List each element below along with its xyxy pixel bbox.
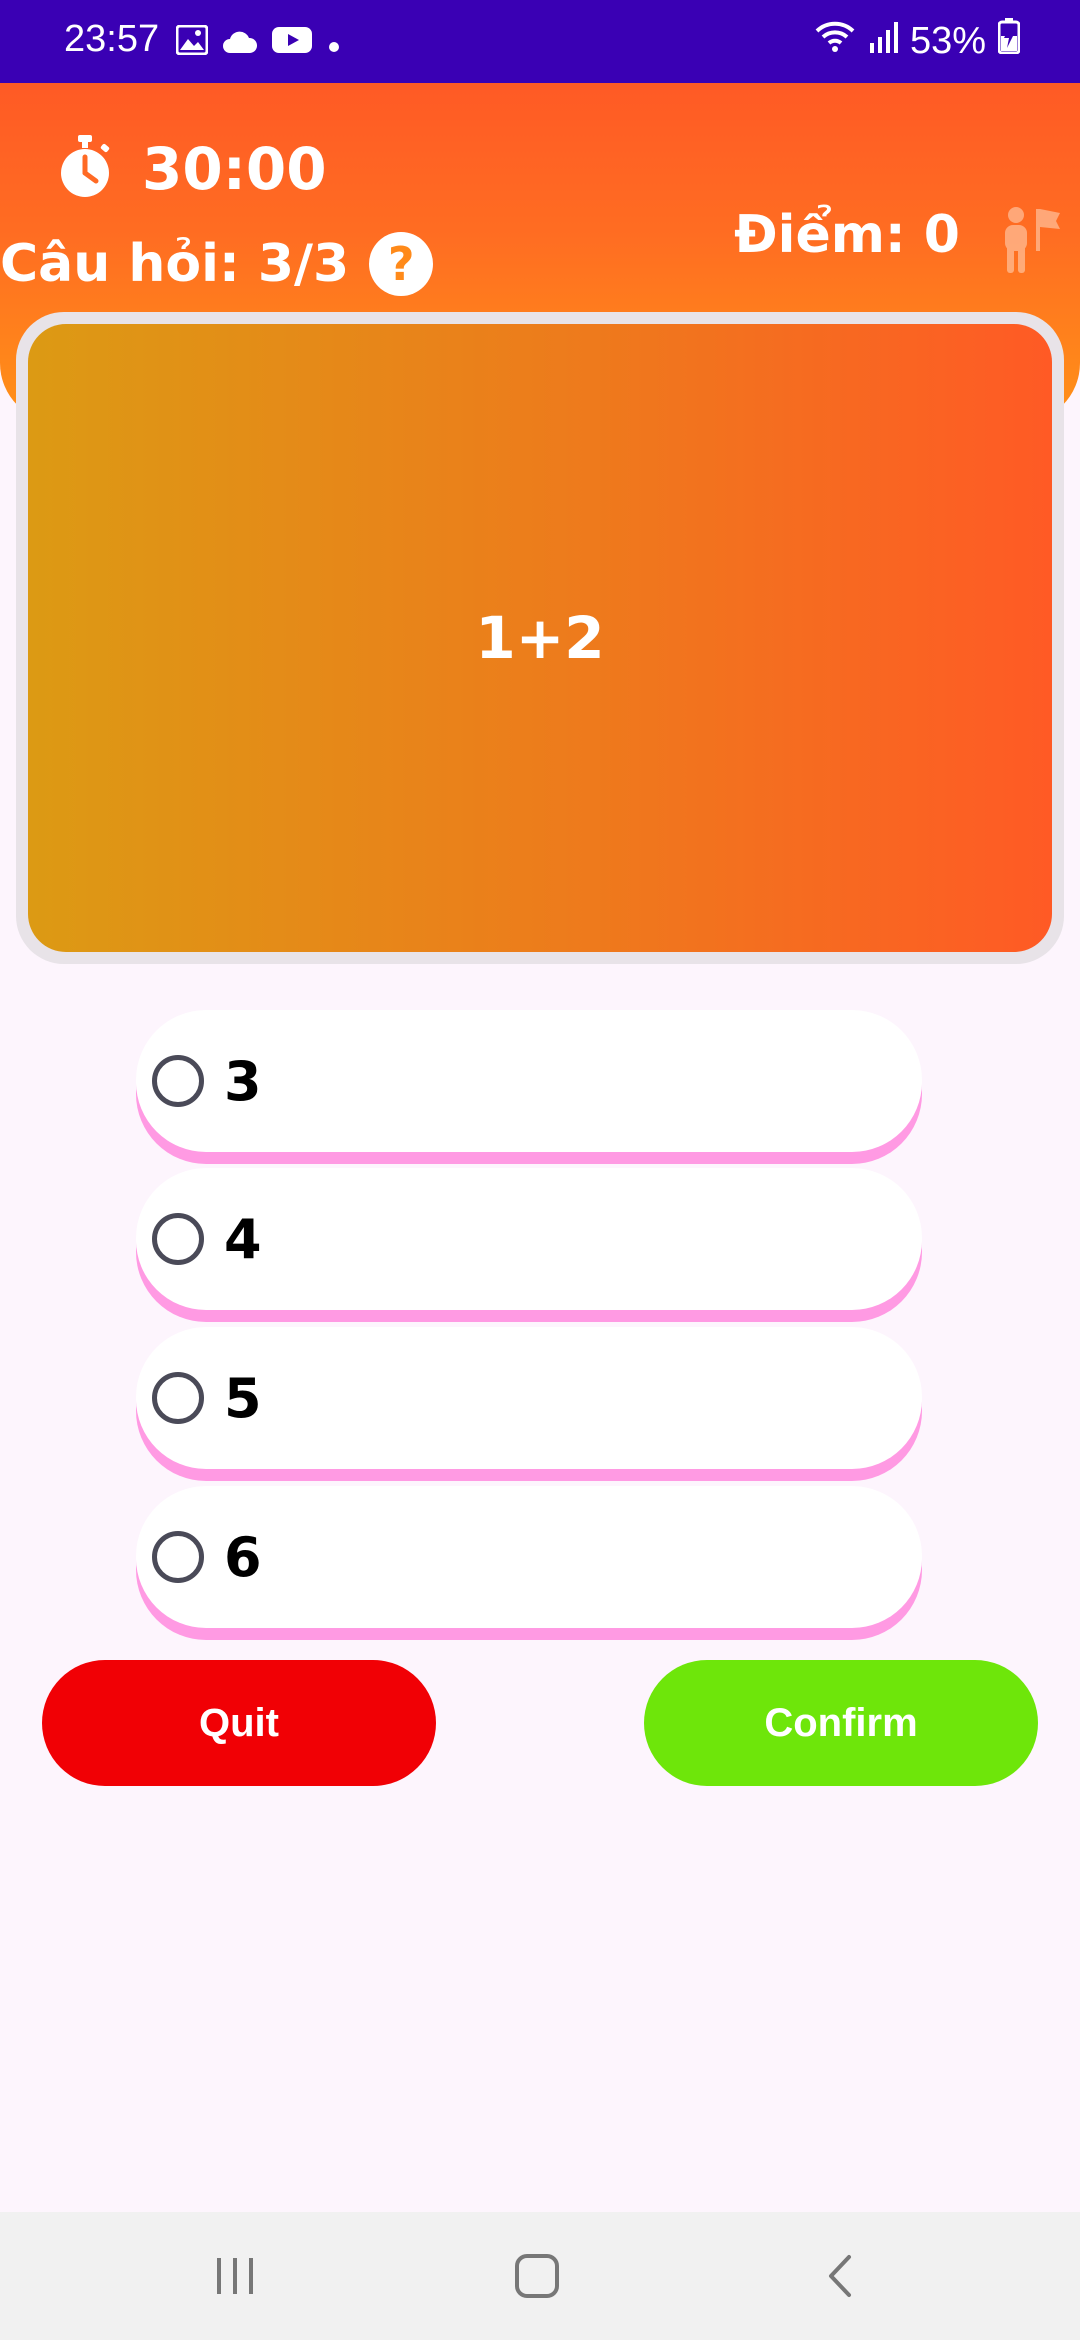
dot-icon <box>326 22 342 65</box>
battery-text: 53% <box>909 19 986 62</box>
stopwatch-icon <box>56 135 114 203</box>
confirm-button[interactable]: Confirm <box>644 1660 1038 1786</box>
home-button[interactable] <box>497 2240 577 2312</box>
question-counter: Câu hỏi: 3/3 ? <box>0 232 434 296</box>
score-text: Điểm: 0 <box>734 205 960 265</box>
recent-apps-icon <box>217 2258 253 2294</box>
help-button[interactable]: ? <box>369 232 434 296</box>
youtube-icon <box>272 22 312 65</box>
status-time: 23:57 <box>64 18 160 60</box>
gallery-icon <box>175 22 209 65</box>
back-button[interactable] <box>800 2240 880 2312</box>
radio-button[interactable] <box>152 1372 204 1424</box>
question-counter-text: Câu hỏi: 3/3 <box>0 234 350 294</box>
answer-option-1[interactable]: 3 <box>136 1010 922 1152</box>
answer-option-3[interactable]: 5 <box>136 1327 922 1469</box>
answer-option-label: 3 <box>224 1049 262 1113</box>
question-panel: 1+2 <box>28 324 1052 952</box>
radio-button[interactable] <box>152 1531 204 1583</box>
signal-icon <box>868 20 898 63</box>
battery-icon <box>997 18 1021 64</box>
leaderboard-icon[interactable] <box>996 205 1062 279</box>
question-text: 1+2 <box>475 604 605 672</box>
question-card: 1+2 <box>16 312 1064 964</box>
answer-option-label: 4 <box>224 1207 262 1271</box>
status-notification-icons <box>175 22 342 65</box>
answer-option-4[interactable]: 6 <box>136 1486 922 1628</box>
quit-button[interactable]: Quit <box>42 1660 436 1786</box>
back-icon <box>829 2255 851 2297</box>
status-system-icons: 53% <box>814 18 1021 64</box>
timer: 30:00 <box>56 135 327 203</box>
home-icon <box>515 2254 559 2298</box>
answer-option-2[interactable]: 4 <box>136 1168 922 1310</box>
radio-button[interactable] <box>152 1055 204 1107</box>
cloud-icon <box>222 22 258 65</box>
navigation-bar <box>0 2212 1080 2340</box>
answer-option-label: 5 <box>224 1366 262 1430</box>
help-icon: ? <box>387 237 415 291</box>
answer-option-label: 6 <box>224 1525 262 1589</box>
radio-button[interactable] <box>152 1213 204 1265</box>
recent-apps-button[interactable] <box>195 2240 275 2312</box>
wifi-icon <box>814 19 856 63</box>
status-bar: 23:57 53% <box>0 0 1080 83</box>
timer-text: 30:00 <box>142 135 327 203</box>
